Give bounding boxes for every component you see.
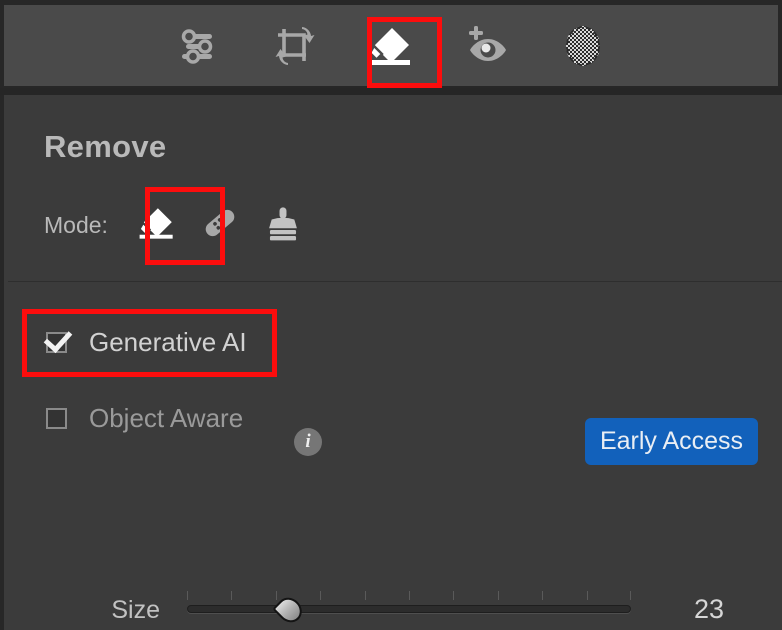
size-slider-row: Size 23 <box>4 591 782 630</box>
object-aware-checkbox-row[interactable]: Object Aware <box>46 403 243 434</box>
remove-tool-panel: Remove Mode: Generative AI i Object Awar… <box>0 0 782 630</box>
size-slider[interactable] <box>187 591 632 628</box>
object-aware-label: Object Aware <box>89 403 244 433</box>
toolbar-panel-separator <box>0 88 782 95</box>
toolbar-masking-button[interactable] <box>557 20 609 72</box>
editing-toolbar <box>0 0 782 88</box>
mode-option-erase[interactable] <box>130 201 184 249</box>
remove-panel: Remove Mode: Generative AI i Object Awar… <box>0 95 782 630</box>
mode-row: Mode: <box>44 202 319 248</box>
toolbar-red-eye-button[interactable] <box>461 20 513 72</box>
size-slider-track[interactable] <box>187 605 631 613</box>
info-icon[interactable]: i <box>294 428 322 456</box>
generative-ai-checkbox[interactable] <box>46 332 67 353</box>
adjustments-icon <box>176 23 222 69</box>
mode-label: Mode: <box>44 211 108 238</box>
heal-mode-icon <box>200 203 240 248</box>
clone-mode-icon <box>263 203 303 248</box>
eraser-mode-icon <box>137 203 177 248</box>
toolbar-adjustments-button[interactable] <box>173 20 225 72</box>
generative-ai-label: Generative AI <box>89 327 247 357</box>
toolbar-crop-rotate-button[interactable] <box>269 20 321 72</box>
mode-option-clone[interactable] <box>256 201 310 249</box>
eraser-icon <box>368 23 414 69</box>
generative-ai-checkbox-row[interactable]: Generative AI <box>46 327 247 358</box>
size-slider-ticks <box>187 591 632 600</box>
mode-option-heal[interactable] <box>193 201 247 249</box>
crop-rotate-icon <box>272 23 318 69</box>
object-aware-checkbox[interactable] <box>46 408 67 429</box>
page-title: Remove <box>44 129 167 164</box>
toolbar-remove-eraser-button[interactable] <box>365 20 417 72</box>
size-slider-value[interactable]: 23 <box>664 594 754 625</box>
early-access-button[interactable]: Early Access <box>585 418 758 465</box>
panel-divider <box>8 281 782 282</box>
size-slider-label: Size <box>111 596 160 624</box>
masking-icon <box>560 23 606 69</box>
red-eye-icon <box>464 23 510 69</box>
